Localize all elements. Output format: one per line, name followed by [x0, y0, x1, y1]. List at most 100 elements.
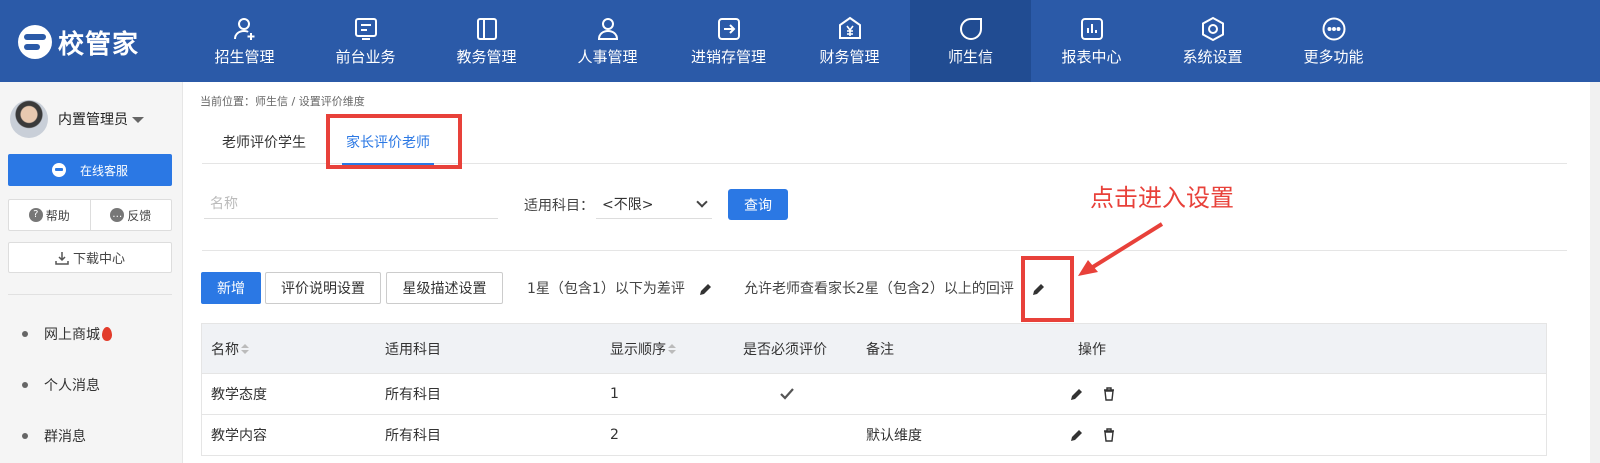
column-header-name[interactable]: 名称 — [211, 339, 249, 359]
nav-label: 系统设置 — [1182, 47, 1243, 66]
nav-item-hr[interactable]: 人事管理 — [547, 0, 668, 82]
bullet-icon — [22, 432, 28, 439]
sidebar-item-mall[interactable]: 网上商城 — [0, 308, 183, 359]
teacher-view-rule-text: 允许老师查看家长2星（包含2）以上的回评 — [744, 281, 1014, 297]
sort-icon — [668, 343, 676, 356]
help-feedback-row: ? 帮助 … 反馈 — [8, 199, 172, 231]
add-button[interactable]: 新增 — [201, 272, 261, 304]
nav-label: 教务管理 — [456, 47, 517, 66]
name-search-input[interactable] — [204, 189, 498, 219]
nav-item-more[interactable]: 更多功能 — [1273, 0, 1394, 82]
subject-select[interactable]: <不限> — [596, 189, 712, 219]
table-row: 教学内容 所有科目 2 默认维度 — [202, 414, 1546, 455]
feedback-icon: … — [110, 208, 125, 222]
row-subject: 所有科目 — [385, 428, 441, 444]
feedback-label: 反馈 — [127, 208, 152, 223]
column-header-note: 备注 — [866, 341, 894, 358]
checkmark-icon — [780, 387, 794, 401]
nav-label: 进销存管理 — [690, 47, 766, 66]
nav-item-enrollment[interactable]: 招生管理 — [184, 0, 305, 82]
sidebar-item-label: 网上商城 — [44, 326, 100, 343]
logo-mark-icon — [18, 25, 52, 59]
row-order: 2 — [610, 427, 619, 443]
nav-item-academic[interactable]: 教务管理 — [426, 0, 547, 82]
star-description-settings-button[interactable]: 星级描述设置 — [386, 272, 503, 304]
nav-label: 前台业务 — [335, 47, 396, 66]
help-icon: ? — [28, 208, 43, 222]
nav-item-finance[interactable]: 财务管理 — [789, 0, 910, 82]
help-button[interactable]: ? 帮助 — [9, 200, 91, 230]
nav-label: 师生信 — [947, 47, 993, 66]
edit-bad-review-rule-icon[interactable] — [699, 281, 713, 295]
sidebar-item-label: 个人消息 — [44, 377, 100, 394]
service-icon — [51, 163, 66, 177]
bullet-icon — [22, 381, 28, 388]
settings-icon — [1200, 16, 1226, 42]
download-center-label: 下载中心 — [72, 252, 125, 267]
table-header: 名称 适用科目 显示顺序 是否必须评价 备注 操作 — [202, 324, 1546, 373]
delete-icon[interactable] — [1102, 428, 1116, 442]
dimension-table: 名称 适用科目 显示顺序 是否必须评价 备注 操作 教学态度 所有科目 1 教学… — [201, 323, 1547, 456]
annotation-highlight-edit — [1021, 256, 1074, 322]
sidebar-item-label: 群消息 — [44, 428, 86, 445]
nav-item-settings[interactable]: 系统设置 — [1152, 0, 1273, 82]
desk-icon — [353, 16, 379, 42]
nav-label: 招生管理 — [214, 47, 275, 66]
inventory-icon — [716, 16, 742, 42]
help-label: 帮助 — [45, 208, 70, 223]
action-toolbar: 新增 评价说明设置 星级描述设置 1星（包含1）以下为差评 允许老师查看家长2星… — [201, 272, 1571, 304]
main-nav: 招生管理 前台业务 教务管理 人事管理 进销存管理 财务管理 师生信 报表中心 — [184, 0, 1394, 82]
sort-icon — [241, 343, 249, 356]
row-note: 默认维度 — [866, 428, 922, 444]
feedback-button[interactable]: … 反馈 — [91, 200, 172, 230]
sidebar: 内置管理员 在线客服 ? 帮助 … 反馈 下载中心 网上商城 个人消息 群消息 — [0, 82, 183, 463]
column-header-required: 是否必须评价 — [743, 341, 827, 358]
logo-text: 校管家 — [58, 29, 140, 60]
subject-label: 适用科目： — [524, 198, 594, 214]
column-header-actions: 操作 — [1078, 341, 1106, 358]
person-icon — [595, 16, 621, 42]
user-plus-icon — [232, 16, 258, 42]
online-service-label: 在线客服 — [79, 163, 128, 178]
app-logo[interactable]: 校管家 — [18, 22, 139, 62]
divider — [202, 250, 1567, 251]
row-name: 教学内容 — [211, 428, 267, 444]
nav-item-reports[interactable]: 报表中心 — [1031, 0, 1152, 82]
edit-icon[interactable] — [1070, 387, 1084, 401]
delete-icon[interactable] — [1102, 387, 1116, 401]
breadcrumb: 当前位置：师生信 / 设置评价维度 — [200, 95, 365, 108]
column-header-order[interactable]: 显示顺序 — [610, 339, 676, 359]
download-center-button[interactable]: 下载中心 — [8, 242, 172, 273]
bullet-icon — [22, 330, 28, 337]
annotation-text: 点击进入设置 — [1090, 184, 1234, 212]
nav-item-front-desk[interactable]: 前台业务 — [305, 0, 426, 82]
caret-down-icon — [132, 117, 144, 123]
evaluation-description-settings-button[interactable]: 评价说明设置 — [265, 272, 381, 304]
chevron-down-icon — [696, 195, 708, 208]
table-row: 教学态度 所有科目 1 — [202, 373, 1546, 414]
online-service-button[interactable]: 在线客服 — [8, 154, 172, 186]
nav-label: 财务管理 — [819, 47, 880, 66]
sidebar-item-personal-messages[interactable]: 个人消息 — [0, 359, 183, 410]
book-icon — [474, 16, 500, 42]
user-menu[interactable]: 内置管理员 — [10, 100, 144, 138]
download-icon — [55, 251, 69, 265]
query-button[interactable]: 查询 — [728, 189, 788, 220]
chat-icon — [958, 16, 984, 42]
filter-bar: 适用科目： <不限> 查询 — [204, 187, 1569, 221]
annotation-highlight-tab — [326, 114, 462, 169]
scrollbar[interactable] — [1590, 82, 1600, 463]
row-name: 教学态度 — [211, 387, 267, 403]
hot-flame-icon — [102, 326, 112, 341]
tab-teacher-evaluates-student[interactable]: 老师评价学生 — [202, 120, 326, 164]
top-nav-bar: 校管家 招生管理 前台业务 教务管理 人事管理 进销存管理 财务管理 师生信 报… — [0, 0, 1600, 82]
more-icon — [1321, 16, 1347, 42]
nav-item-teacher-student[interactable]: 师生信 — [910, 0, 1031, 82]
yuan-icon — [837, 16, 863, 42]
avatar — [10, 100, 48, 138]
sidebar-item-group-messages[interactable]: 群消息 — [0, 410, 183, 461]
nav-label: 报表中心 — [1061, 47, 1122, 66]
nav-item-inventory[interactable]: 进销存管理 — [668, 0, 789, 82]
column-header-subject: 适用科目 — [385, 341, 441, 358]
edit-icon[interactable] — [1070, 428, 1084, 442]
